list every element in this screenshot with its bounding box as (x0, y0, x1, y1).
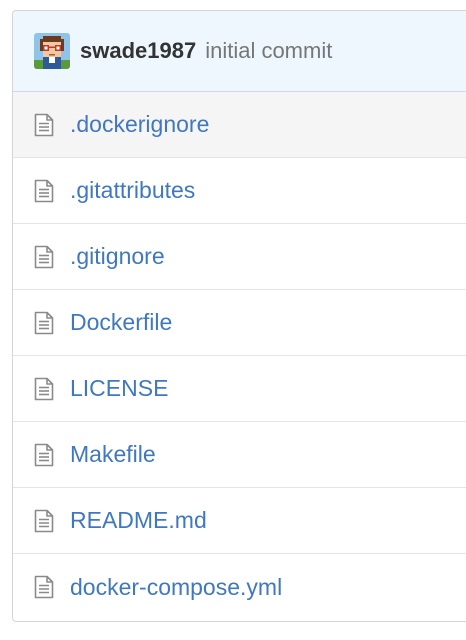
file-list: .dockerignore .gitattributes .gitignore Doc… (13, 92, 466, 620)
file-row[interactable]: .gitignore (13, 224, 466, 290)
file-row[interactable]: LICENSE (13, 356, 466, 422)
file-name-link[interactable]: LICENSE (70, 375, 168, 402)
file-text-icon (34, 508, 56, 534)
file-name-link[interactable]: .gitignore (70, 243, 165, 270)
file-name-link[interactable]: .gitattributes (70, 177, 195, 204)
file-row[interactable]: Makefile (13, 422, 466, 488)
file-name-link[interactable]: .dockerignore (70, 111, 209, 138)
file-row[interactable]: .dockerignore (13, 92, 466, 158)
avatar[interactable] (34, 33, 70, 69)
file-text-icon (34, 244, 56, 270)
file-text-icon (34, 112, 56, 138)
file-text-icon (34, 574, 56, 600)
file-name-link[interactable]: Makefile (70, 441, 156, 468)
file-text-icon (34, 310, 56, 336)
file-text-icon (34, 442, 56, 468)
file-row[interactable]: README.md (13, 488, 466, 554)
file-name-link[interactable]: docker-compose.yml (70, 574, 282, 601)
file-row[interactable]: .gitattributes (13, 158, 466, 224)
file-text-icon (34, 376, 56, 402)
commit-message[interactable]: initial commit (205, 38, 332, 64)
file-row[interactable]: docker-compose.yml (13, 554, 466, 620)
file-text-icon (34, 178, 56, 204)
commit-author-link[interactable]: swade1987 (80, 38, 196, 64)
file-browser: swade1987 initial commit .dockerignore .g… (12, 10, 466, 622)
file-name-link[interactable]: Dockerfile (70, 309, 172, 336)
file-name-link[interactable]: README.md (70, 507, 207, 534)
commit-tease: swade1987 initial commit (13, 11, 466, 92)
file-row[interactable]: Dockerfile (13, 290, 466, 356)
